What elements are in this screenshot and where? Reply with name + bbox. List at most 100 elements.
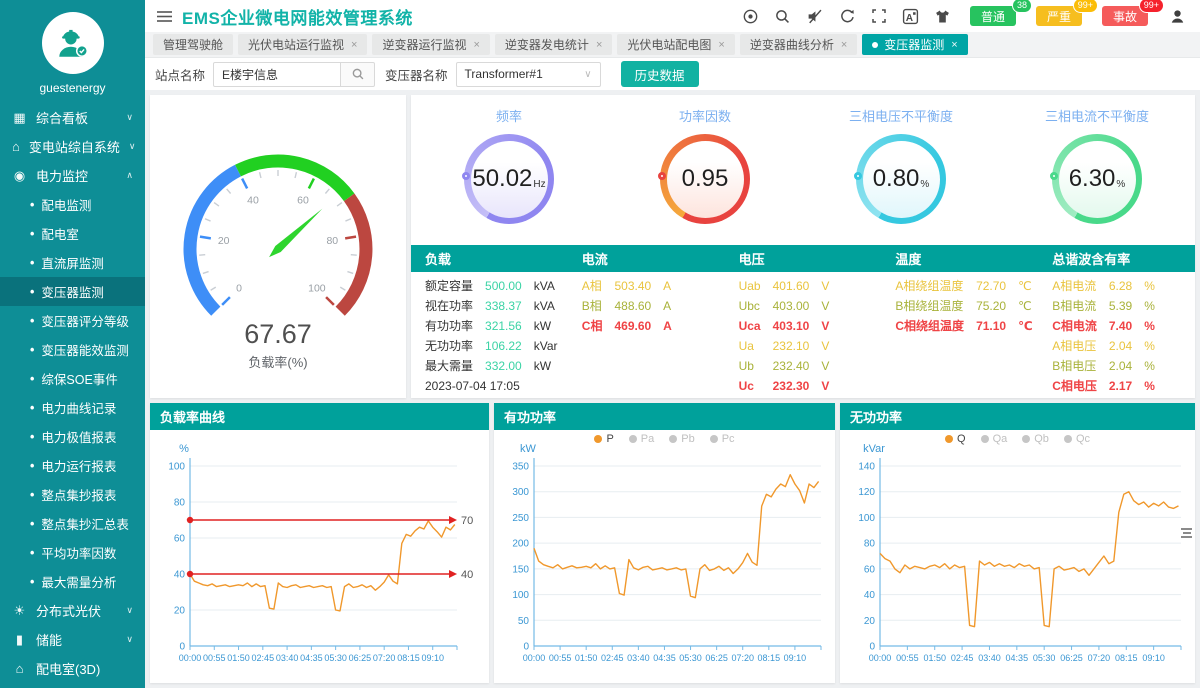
alarm-button-严重[interactable]: 严重99+: [1036, 6, 1082, 26]
chart-settings-icon[interactable]: [1181, 528, 1192, 538]
sidebar-item-solar[interactable]: ☀分布式光伏∨: [0, 596, 145, 625]
search-icon[interactable]: [774, 8, 791, 25]
metric-value: 2.17: [1109, 376, 1132, 396]
sidebar-item-room3d[interactable]: ⌂配电室(3D): [0, 654, 145, 683]
table-column: Uab401.60VUbc403.00VUca403.10VUa232.10VU…: [725, 276, 882, 396]
column-header: 负载: [411, 249, 568, 268]
mute-icon[interactable]: [806, 8, 824, 25]
target-icon[interactable]: [742, 8, 759, 25]
svg-text:06:25: 06:25: [349, 653, 372, 663]
close-icon[interactable]: ×: [841, 39, 847, 51]
site-name-input[interactable]: [213, 62, 341, 87]
tab-逆变器曲线分析[interactable]: 逆变器曲线分析 ×: [740, 34, 857, 55]
svg-text:08:15: 08:15: [1115, 653, 1138, 663]
legend-item-Pa[interactable]: Pa: [629, 433, 654, 445]
legend-item-Qb[interactable]: Qb: [1022, 433, 1049, 445]
sidebar-item-battery[interactable]: ▮储能∨: [0, 625, 145, 654]
legend-item-Q[interactable]: Q: [945, 433, 966, 445]
bullet-icon: •: [30, 546, 34, 560]
sidebar-item-power-monitor[interactable]: ◉电力监控∧: [0, 161, 145, 190]
sidebar-subitem[interactable]: •配电监测: [0, 190, 145, 219]
close-icon[interactable]: ×: [951, 39, 957, 51]
close-icon[interactable]: ×: [473, 39, 479, 51]
tab-管理驾驶舱[interactable]: 管理驾驶舱: [153, 34, 233, 55]
user-avatar-icon[interactable]: [1169, 8, 1186, 25]
sidebar-subitem[interactable]: •平均功率因数: [0, 538, 145, 567]
sidebar-subitem[interactable]: •电力曲线记录: [0, 393, 145, 422]
sidebar-subitem[interactable]: •变压器监测: [0, 277, 145, 306]
svg-text:40: 40: [247, 194, 259, 206]
sidebar-subitem[interactable]: •配电室: [0, 219, 145, 248]
metric-unit: A: [663, 316, 672, 336]
chart-body: 020406080100%00:0000:5501:5002:4503:4004…: [150, 430, 489, 683]
table-body: 额定容量500.00kVA视在功率338.37kVA有功功率321.56kW无功…: [411, 272, 1195, 396]
sidebar-subitem[interactable]: •整点集抄汇总表: [0, 509, 145, 538]
sidebar-item-substation[interactable]: ⌂变电站综自系统∨: [0, 132, 145, 161]
sidebar-subitem[interactable]: •直流屏监测: [0, 248, 145, 277]
kpi-title: 功率因数: [679, 106, 731, 125]
font-size-icon[interactable]: A: [902, 8, 919, 25]
alarm-badge: 38: [1012, 0, 1032, 13]
svg-text:04:35: 04:35: [653, 653, 676, 663]
kpi-value: 0.95: [682, 165, 729, 193]
tab-逆变器发电统计[interactable]: 逆变器发电统计×: [495, 34, 612, 55]
sidebar-subitem[interactable]: •电力极值报表: [0, 422, 145, 451]
chart-svg: 020406080100%00:0000:5501:5002:4503:4004…: [150, 430, 489, 683]
metric-unit: V: [821, 376, 829, 396]
svg-text:100: 100: [512, 590, 529, 601]
metric-name: B相电流: [1052, 296, 1097, 316]
tab-label: 逆变器曲线分析: [750, 36, 834, 53]
metric-name: 视在功率: [425, 296, 473, 316]
close-icon[interactable]: ×: [596, 39, 602, 51]
site-name-label: 站点名称: [155, 65, 205, 84]
dashboard-content: 020406080100 67.67 负载率(%) 频率50.02Hz功率因数0…: [145, 90, 1200, 688]
history-data-button[interactable]: 历史数据: [621, 61, 699, 87]
legend-item-Pb[interactable]: Pb: [669, 433, 694, 445]
tab-光伏电站配电图[interactable]: 光伏电站配电图×: [617, 34, 734, 55]
table-column: 额定容量500.00kVA视在功率338.37kVA有功功率321.56kW无功…: [411, 276, 568, 396]
legend-item-Qc[interactable]: Qc: [1064, 433, 1090, 445]
menu-toggle-icon[interactable]: [157, 10, 172, 23]
ring-start-dot: [854, 172, 862, 180]
metric-name: C相电压: [1052, 376, 1097, 396]
sidebar-subitem[interactable]: •整点集抄报表: [0, 480, 145, 509]
tab-光伏电站运行监视[interactable]: 光伏电站运行监视×: [238, 34, 367, 55]
metric-unit: %: [1144, 376, 1155, 396]
refresh-icon[interactable]: [839, 8, 856, 25]
close-icon[interactable]: ×: [718, 39, 724, 51]
svg-text:140: 140: [858, 462, 875, 473]
metric-unit: kVA: [534, 296, 558, 316]
tab-逆变器运行监视[interactable]: 逆变器运行监视×: [372, 34, 489, 55]
legend-item-Pc[interactable]: Pc: [710, 433, 735, 445]
alarm-button-事故[interactable]: 事故99+: [1102, 6, 1148, 26]
svg-text:07:20: 07:20: [373, 653, 396, 663]
magnifier-icon: [351, 67, 365, 81]
transformer-select[interactable]: Transformer#1 ∨: [456, 62, 601, 87]
svg-text:01:50: 01:50: [923, 653, 946, 663]
close-icon[interactable]: ×: [351, 39, 357, 51]
sidebar-subitem[interactable]: •电力运行报表: [0, 451, 145, 480]
theme-icon[interactable]: [934, 8, 951, 25]
bullet-icon: •: [30, 517, 34, 531]
legend-item-P[interactable]: P: [594, 433, 613, 445]
legend-label: Qa: [993, 433, 1008, 445]
metric-value: 75.20: [976, 296, 1006, 316]
sidebar-subitem[interactable]: •变压器能效监测: [0, 335, 145, 364]
legend-label: Q: [957, 433, 966, 445]
sidebar-subitem[interactable]: •综保SOE事件: [0, 364, 145, 393]
metric-unit: ℃: [1018, 276, 1033, 296]
chart-legend: Q Qa Qb Qc: [840, 433, 1195, 445]
sidebar-subitem[interactable]: •变压器评分等级: [0, 306, 145, 335]
legend-item-Qa[interactable]: Qa: [981, 433, 1008, 445]
alarm-button-普通[interactable]: 普通38: [970, 6, 1016, 26]
tab-变压器监测[interactable]: 变压器监测×: [862, 34, 967, 55]
fullscreen-icon[interactable]: [871, 8, 887, 24]
kpi-unit: %: [1116, 179, 1125, 190]
sidebar-subitem[interactable]: •最大需量分析: [0, 567, 145, 596]
sidebar-item-dashboard[interactable]: ▦综合看板∨: [0, 103, 145, 132]
metric-unit: V: [821, 316, 829, 336]
kpi-三相电压不平衡度: 三相电压不平衡度0.80%: [803, 95, 999, 245]
search-button[interactable]: [341, 62, 375, 87]
svg-text:60: 60: [297, 194, 309, 206]
metric-name: B相绕组温度: [895, 296, 964, 316]
